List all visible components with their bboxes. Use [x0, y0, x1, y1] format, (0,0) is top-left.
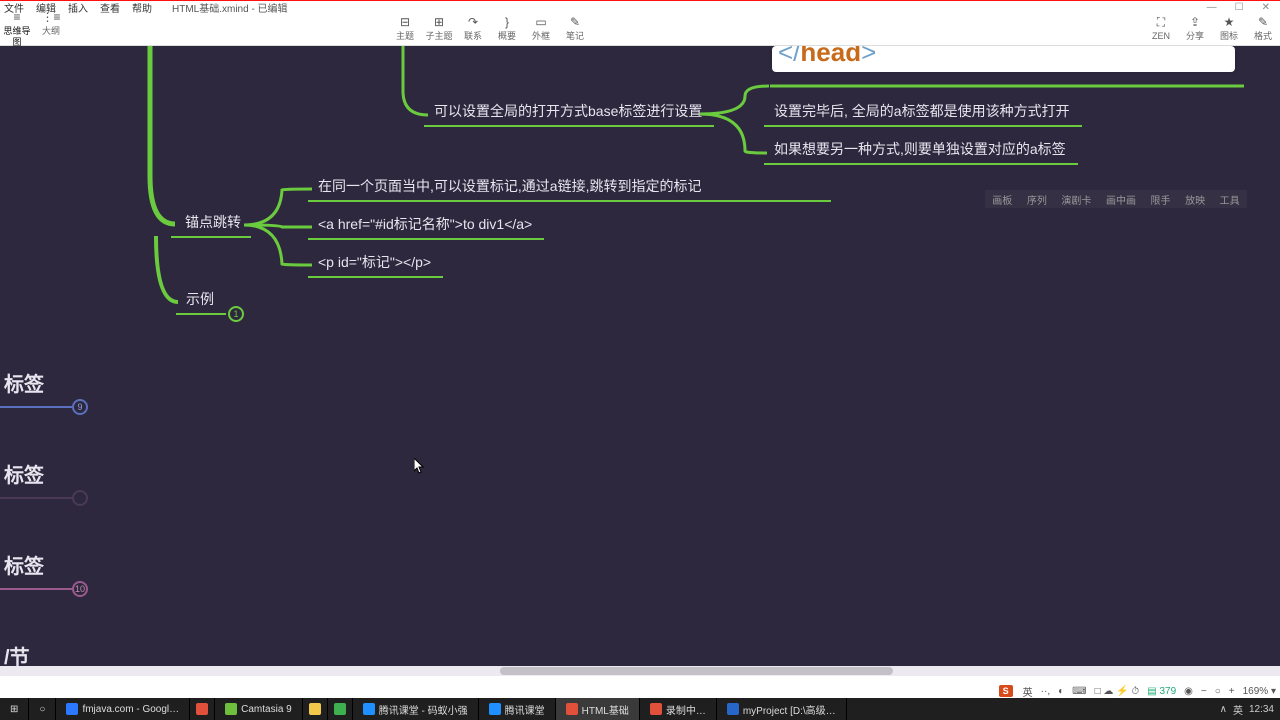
tool-概要[interactable]: }概要 — [490, 17, 524, 42]
horizontal-scrollbar[interactable] — [0, 666, 1280, 676]
zoom-out-button[interactable]: − — [1201, 686, 1207, 697]
tool-笔记[interactable]: ✎笔记 — [558, 17, 592, 42]
tool-联系[interactable]: ↷联系 — [456, 17, 490, 42]
legend-演剧卡[interactable]: 演剧卡 — [1061, 192, 1091, 207]
expand-badge-tag-1[interactable]: 9 — [72, 399, 88, 415]
legend-工具[interactable]: 工具 — [1220, 192, 1240, 207]
ime-width[interactable]: ◐ — [1058, 686, 1064, 697]
taskbar-item[interactable] — [303, 698, 328, 720]
app-icon — [334, 703, 346, 715]
node-example[interactable]: 示例 — [182, 287, 220, 313]
window-title: HTML基础.xmind - 已编辑 — [172, 0, 288, 15]
app-icon — [363, 703, 375, 715]
tool-思维导图[interactable]: ≡思维导图 — [0, 12, 34, 48]
app-icon — [489, 703, 501, 715]
status-bar: S 英 ··, ◐ ⌨ □ ☁ ⚡ ⏱ ▤ 379 ◉ − ○ + 169% ▾ — [0, 684, 1280, 698]
word-count: 379 — [1159, 686, 1176, 697]
start-button[interactable]: ⊞ — [0, 698, 29, 720]
思维导图-icon: ≡ — [0, 12, 34, 26]
node-tag-1[interactable]: 标签 — [0, 366, 50, 401]
tool-子主题[interactable]: ⊞子主题 — [422, 17, 456, 42]
外框-icon: ▭ — [524, 17, 558, 31]
node-base-tag[interactable]: 可以设置全局的打开方式base标签进行设置 — [430, 99, 708, 125]
menu-帮助[interactable]: 帮助 — [132, 0, 152, 15]
maximize-button[interactable]: ☐ — [1235, 2, 1244, 13]
legend-画板[interactable]: 画板 — [992, 192, 1012, 207]
app-icon — [727, 703, 739, 715]
tool-大纲[interactable]: ⋮≡大纲 — [34, 12, 68, 48]
taskbar-item[interactable]: 腾讯课堂 - 码蚁小强 — [353, 698, 479, 720]
tool-分享[interactable]: ⇪分享 — [1178, 17, 1212, 42]
app-icon — [196, 703, 208, 715]
tool-外框[interactable]: ▭外框 — [524, 17, 558, 42]
node-tag-3[interactable]: 标签 — [0, 548, 50, 583]
大纲-icon: ⋮≡ — [34, 12, 68, 26]
笔记-icon: ✎ — [558, 17, 592, 31]
node-anchor-jump[interactable]: 锚点跳转 — [181, 210, 247, 236]
mindmap-canvas[interactable]: </head> 可以设置全局的打开方式base标签进行设置 设置完毕后, 全局的… — [0, 46, 1280, 676]
node-base-child-1[interactable]: 设置完毕后, 全局的a标签都是使用该种方式打开 — [770, 99, 1076, 125]
legend-画中画[interactable]: 画中画 — [1106, 192, 1136, 207]
taskbar-item[interactable]: 录制中… — [640, 698, 717, 720]
tray-item[interactable]: ∧ — [1220, 704, 1227, 715]
close-button[interactable]: ✕ — [1262, 2, 1270, 13]
node-base-child-2[interactable]: 如果想要另一种方式,则要单独设置对应的a标签 — [770, 137, 1072, 163]
scrollbar-thumb[interactable] — [500, 667, 893, 675]
mouse-cursor-icon — [414, 458, 426, 476]
taskbar-item[interactable]: 腾讯课堂 — [479, 698, 556, 720]
图标-icon: ★ — [1212, 17, 1246, 31]
node-anchor-child-3[interactable]: <p id="标记"></p> — [314, 250, 437, 276]
expand-badge-example[interactable]: 1 — [228, 306, 244, 322]
node-anchor-child-1[interactable]: 在同一个页面当中,可以设置标记,通过a链接,跳转到指定的标记 — [314, 174, 707, 200]
app-icon — [309, 703, 321, 715]
windows-taskbar[interactable]: ⊞ ○ fmjava.com - Googl… Camtasia 9 腾讯课堂 - … — [0, 698, 1280, 720]
legend-放映[interactable]: 放映 — [1185, 192, 1205, 207]
node-anchor-child-2[interactable]: <a href="#id标记名称">to div1</a> — [314, 212, 538, 238]
floating-toolbar[interactable]: 画板序列演剧卡画中画限手放映工具 — [985, 190, 1247, 208]
expand-badge-tag-3[interactable]: 10 — [72, 581, 88, 597]
toolbar: ≡思维导图⋮≡大纲 ⊟主题⊞子主题↷联系}概要▭外框✎笔记 ⛶ZEN⇪分享★图标… — [0, 14, 1280, 46]
menu-查看[interactable]: 查看 — [100, 0, 120, 15]
tool-格式[interactable]: ✎格式 — [1246, 17, 1280, 42]
app-icon — [225, 703, 237, 715]
taskbar-item[interactable]: fmjava.com - Googl… — [56, 698, 190, 720]
分享-icon: ⇪ — [1178, 17, 1212, 31]
tray-item[interactable]: 12:34 — [1249, 704, 1274, 715]
eye-icon[interactable]: ◉ — [1184, 686, 1193, 697]
menu-插入[interactable]: 插入 — [68, 0, 88, 15]
taskbar-item[interactable]: Camtasia 9 — [215, 698, 303, 720]
tray-item[interactable]: 英 — [1233, 702, 1243, 717]
cortana-button[interactable]: ○ — [29, 698, 56, 720]
zoom-in-button[interactable]: + — [1229, 686, 1235, 697]
ZEN-icon: ⛶ — [1144, 17, 1178, 31]
ime-lang[interactable]: 英 — [1023, 684, 1033, 699]
ime-icon[interactable]: S — [999, 685, 1013, 697]
子主题-icon: ⊞ — [422, 17, 456, 31]
tool-主题[interactable]: ⊟主题 — [388, 17, 422, 42]
zoom-level[interactable]: 169% ▾ — [1243, 686, 1276, 697]
主题-icon: ⊟ — [388, 17, 422, 31]
minimize-button[interactable]: — — [1207, 2, 1217, 13]
联系-icon: ↷ — [456, 17, 490, 31]
node-tag-2[interactable]: 标签 — [0, 457, 50, 492]
legend-序列[interactable]: 序列 — [1027, 192, 1047, 207]
app-icon — [650, 703, 662, 715]
menu-bar: 文件编辑插入查看帮助 HTML基础.xmind - 已编辑 —☐✕ — [0, 0, 1280, 14]
app-icon — [566, 703, 578, 715]
taskbar-item[interactable] — [328, 698, 353, 720]
概要-icon: } — [490, 17, 524, 31]
ime-punct[interactable]: ··, — [1041, 686, 1050, 697]
taskbar-item[interactable]: myProject [D:\高级… — [717, 698, 847, 720]
taskbar-item[interactable]: HTML基础 — [556, 698, 640, 720]
格式-icon: ✎ — [1246, 17, 1280, 31]
zoom-reset-button[interactable]: ○ — [1215, 686, 1221, 697]
tool-ZEN[interactable]: ⛶ZEN — [1144, 17, 1178, 42]
connector-lines — [0, 46, 1280, 676]
app-icon — [66, 703, 78, 715]
keyboard-icon[interactable]: ⌨ — [1072, 686, 1086, 697]
legend-限手[interactable]: 限手 — [1151, 192, 1171, 207]
taskbar-item[interactable] — [190, 698, 215, 720]
tool-图标[interactable]: ★图标 — [1212, 17, 1246, 42]
expand-badge-tag-2[interactable] — [72, 490, 88, 506]
